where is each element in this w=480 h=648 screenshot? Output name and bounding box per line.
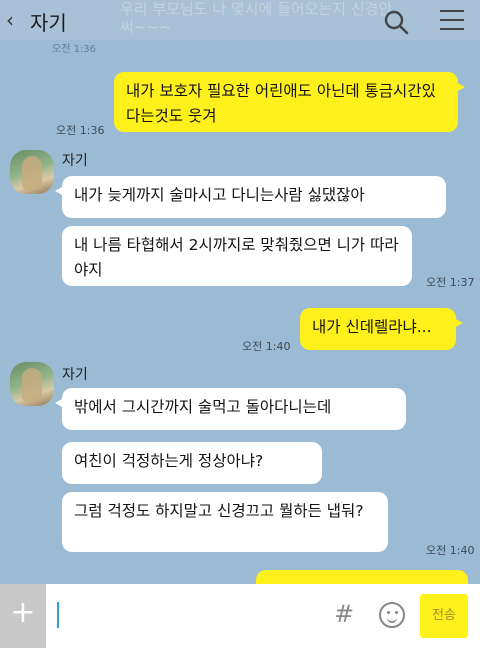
message-time: 오전 1:40 — [242, 340, 291, 353]
overlay-preview-text: 우리 부모님도 나 몇시에 들어오는지 신경안써~~~ — [120, 0, 393, 36]
chat-title: 자기 — [30, 11, 67, 35]
message-text: 내 나름 타협해서 2시까지로 맞춰줬으면 니가 따라야지 — [74, 236, 399, 279]
message-time: 오전 1:36 — [56, 124, 105, 137]
message-time: 오전 1:40 — [426, 544, 475, 557]
message-outgoing[interactable]: 내가 신데렐라냐... — [300, 308, 463, 350]
message-input[interactable] — [57, 602, 59, 628]
sender-name: 자기 — [62, 367, 88, 383]
search-icon[interactable] — [382, 8, 412, 36]
avatar[interactable] — [10, 150, 54, 194]
message-time: 오전 1:37 — [426, 276, 475, 289]
message-incoming[interactable]: 밖에서 그시간까지 술먹고 돌아다니는데 — [55, 388, 406, 430]
message-incoming[interactable]: 내가 늦게까지 술마시고 다니는사람 싫댔잖아 — [55, 176, 446, 218]
emoji-icon[interactable] — [379, 602, 405, 628]
message-text: 여친이 걱정하는게 정상아냐? — [74, 452, 264, 470]
message-incoming[interactable]: 내 나름 타협해서 2시까지로 맞춰줬으면 니가 따라야지 — [62, 226, 412, 286]
hash-icon[interactable]: # — [334, 600, 354, 628]
sender-name: 자기 — [62, 153, 88, 169]
partial-timestamp: 오전 1:36 — [52, 44, 97, 55]
plus-icon[interactable]: + — [0, 584, 46, 648]
message-outgoing[interactable]: 내가 보호자 필요한 어린애도 아닌데 통금시간있다는것도 웃겨 — [114, 72, 465, 132]
message-text: 내가 늦게까지 술마시고 다니는사람 싫댔잖아 — [74, 186, 365, 204]
message-text: 내가 보호자 필요한 어린애도 아닌데 통금시간있다는것도 웃겨 — [126, 82, 436, 125]
message-text: 그럼 걱정도 하지말고 신경끄고 뭘하든 냅둬? — [74, 502, 364, 520]
message-incoming[interactable]: 그럼 걱정도 하지말고 신경끄고 뭘하든 냅둬? — [62, 492, 388, 552]
message-incoming[interactable]: 여친이 걱정하는게 정상아냐? — [62, 442, 322, 484]
send-button[interactable]: 전송 — [420, 594, 468, 638]
input-bar: + # 전송 — [0, 584, 480, 648]
message-text: 밖에서 그시간까지 술먹고 돌아다니는데 — [74, 398, 332, 416]
message-text: 내가 신데렐라냐... — [312, 318, 432, 336]
chevron-left-icon[interactable]: ‹ — [6, 8, 14, 32]
avatar[interactable] — [10, 362, 54, 406]
chat-header: ‹ 자기 우리 부모님도 나 몇시에 들어오는지 신경안써~~~ — [0, 0, 480, 40]
menu-icon[interactable] — [440, 10, 464, 32]
